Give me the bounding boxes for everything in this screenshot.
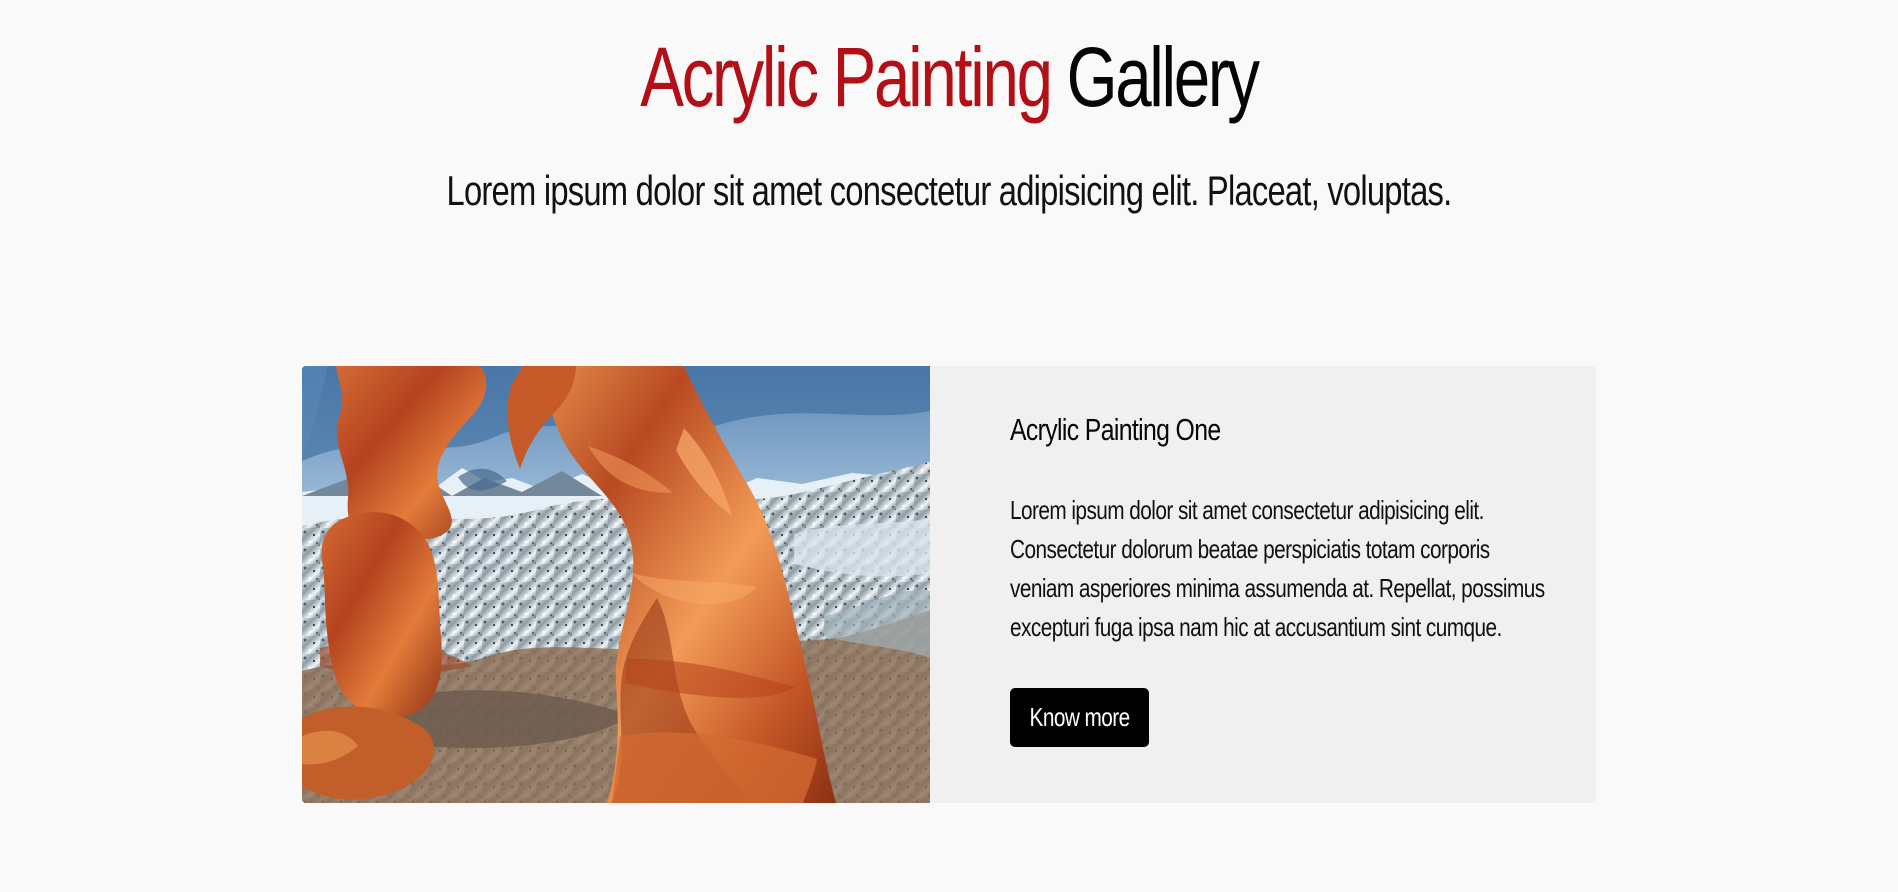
- page-title-rest: Gallery: [1066, 30, 1261, 124]
- painting-card: Acrylic Painting One Lorem ipsum dolor s…: [302, 366, 1596, 803]
- painting-image: [302, 366, 930, 803]
- page-title-accent: Acrylic Painting: [640, 30, 1053, 124]
- know-more-button-label: Know more: [1029, 702, 1130, 732]
- page-title: Acrylic Painting Gallery: [209, 22, 1689, 132]
- gallery-page: Acrylic Painting Gallery Lorem ipsum dol…: [0, 0, 1898, 892]
- painting-card-content: Acrylic Painting One Lorem ipsum dolor s…: [1010, 366, 1550, 803]
- arch-landscape-image: [302, 366, 930, 803]
- painting-card-title: Acrylic Painting One: [1010, 412, 1221, 447]
- know-more-button[interactable]: Know more: [1010, 688, 1149, 747]
- page-subtitle: Lorem ipsum dolor sit amet consectetur a…: [446, 167, 1453, 214]
- painting-card-description: Lorem ipsum dolor sit amet consectetur a…: [1010, 495, 1545, 642]
